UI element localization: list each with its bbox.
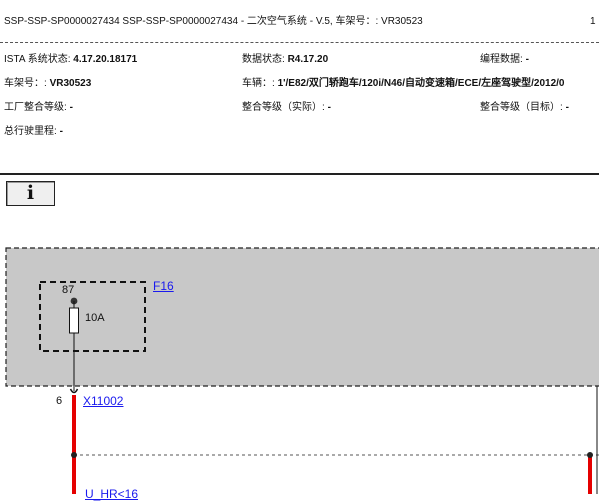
connector-pin-label: 6 <box>56 395 63 407</box>
connector-id-link[interactable]: X11002 <box>83 394 123 408</box>
fuse-symbol <box>69 307 79 334</box>
fuse-id-link[interactable]: F16 <box>153 279 174 293</box>
fuse-pin-label: 87 <box>62 284 75 296</box>
signal-link[interactable]: U_HR<16 <box>85 487 138 501</box>
splice-dot-left <box>71 452 77 458</box>
splice-dot-right <box>587 452 593 458</box>
fuse-rating-label: 10A <box>85 312 105 324</box>
wiring-diagram <box>5 247 599 494</box>
